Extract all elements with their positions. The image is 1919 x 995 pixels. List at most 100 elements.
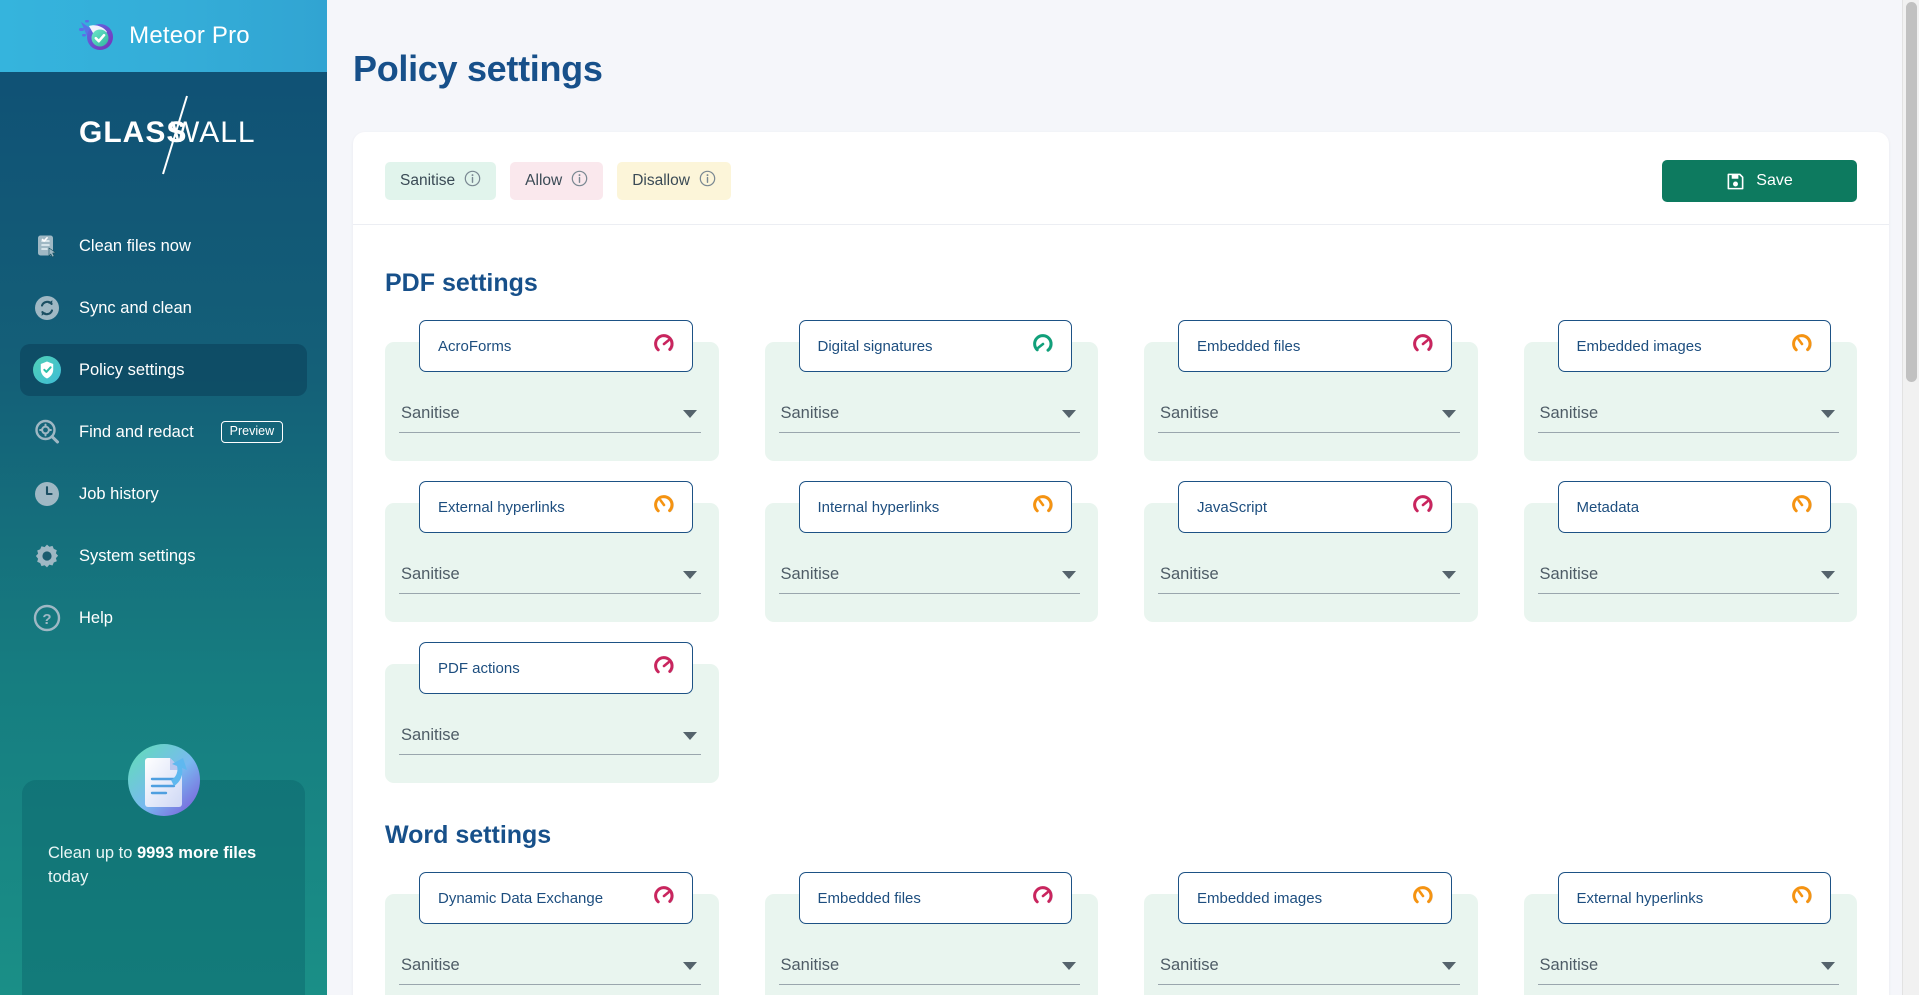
legend-pill-sanitise[interactable]: Sanitise	[385, 162, 497, 200]
policy-select-value: Sanitise	[1539, 404, 1599, 422]
chevron-down-icon[interactable]	[1821, 409, 1835, 418]
app-root: Meteor Pro GLASS WALL GLASSWALL	[0, 0, 1919, 995]
setting-chip[interactable]: Embedded files	[1178, 320, 1452, 372]
sidebar-item-help[interactable]: ? Help	[20, 592, 307, 644]
policy-select[interactable]: Sanitise	[1537, 565, 1839, 594]
main-content: Policy settings Sanitise Allow Disallow Sa…	[327, 0, 1919, 995]
setting-chip-label: Metadata	[1576, 498, 1640, 516]
chevron-down-icon[interactable]	[1441, 570, 1456, 579]
setting-chip-label: PDF actions	[438, 659, 520, 677]
chevron-down-icon[interactable]	[1441, 409, 1456, 418]
setting-chip-label: Embedded files	[817, 889, 921, 907]
setting-chip[interactable]: Embedded files	[798, 872, 1072, 924]
chevron-down-icon[interactable]	[1062, 570, 1076, 579]
setting-card: External hyperlinks Sanitise	[1523, 872, 1857, 995]
scrollbar-thumb[interactable]	[1906, 2, 1917, 382]
setting-chip[interactable]: External hyperlinks	[1557, 872, 1831, 924]
sidebar-item-find-and-redact[interactable]: Find and redact Preview	[20, 406, 307, 458]
setting-card: JavaScript Sanitise	[1144, 481, 1478, 622]
policy-select-value: Sanitise	[780, 565, 840, 583]
save-button-label: Save	[1756, 172, 1793, 189]
chevron-down-icon[interactable]	[682, 961, 697, 970]
sidebar-item-label: Sync and clean	[79, 298, 192, 317]
sidebar: Meteor Pro GLASS WALL GLASSWALL	[0, 0, 327, 995]
policy-select-value: Sanitise	[1160, 565, 1219, 583]
chevron-down-icon[interactable]	[1821, 570, 1835, 579]
chevron-down-icon[interactable]	[1062, 409, 1076, 418]
info-icon[interactable]	[699, 170, 716, 192]
policy-select[interactable]: Sanitise	[399, 565, 701, 594]
upgrade-promo[interactable]: Clean up to 9993 more files today	[22, 734, 305, 995]
sidebar-item-label: Find and redact	[79, 422, 194, 441]
setting-card: Internal hyperlinks Sanitise	[764, 481, 1098, 622]
sidebar-item-label: Help	[79, 608, 113, 627]
setting-card: Dynamic Data Exchange Sanitise	[385, 872, 719, 995]
sidebar-item-sync-and-clean[interactable]: Sync and clean	[20, 282, 307, 334]
policy-select[interactable]: Sanitise	[1158, 565, 1460, 594]
policy-panel: Sanitise Allow Disallow Save PDF settings A…	[353, 132, 1889, 995]
brand-bar: Meteor Pro	[0, 0, 327, 72]
chevron-down-icon[interactable]	[682, 731, 697, 740]
chevron-down-icon[interactable]	[682, 409, 697, 418]
policy-select[interactable]: Sanitise	[1158, 404, 1460, 433]
setting-chip-label: External hyperlinks	[1576, 889, 1704, 907]
setting-chip[interactable]: Embedded images	[1178, 872, 1452, 924]
save-button[interactable]: Save	[1662, 160, 1857, 202]
legend-pill-label: Sanitise	[400, 172, 456, 189]
policy-select-value: Sanitise	[1160, 956, 1219, 974]
sync-icon	[32, 293, 62, 323]
policy-select[interactable]: Sanitise	[778, 565, 1080, 594]
setting-chip[interactable]: External hyperlinks	[419, 481, 693, 533]
settings-grid: AcroForms Sanitise Digital signatures Sanit…	[385, 320, 1857, 803]
setting-chip[interactable]: Metadata	[1557, 481, 1831, 533]
setting-chip[interactable]: Dynamic Data Exchange	[419, 872, 693, 924]
policy-select[interactable]: Sanitise	[1537, 956, 1839, 985]
setting-chip[interactable]: Digital signatures	[798, 320, 1072, 372]
setting-chip[interactable]: JavaScript	[1178, 481, 1452, 533]
policy-select[interactable]: Sanitise	[399, 404, 701, 433]
sidebar-item-policy-settings[interactable]: Policy settings	[20, 344, 307, 396]
gauge-icon	[1411, 332, 1435, 361]
setting-chip-label: Embedded files	[1197, 337, 1301, 355]
setting-chip-label: Embedded images	[1576, 337, 1702, 355]
setting-chip[interactable]: PDF actions	[419, 642, 693, 694]
sidebar-item-system-settings[interactable]: System settings	[20, 530, 307, 582]
setting-card: External hyperlinks Sanitise	[385, 481, 719, 622]
chevron-down-icon[interactable]	[1441, 961, 1456, 970]
gauge-icon	[1411, 493, 1435, 522]
policy-select-value: Sanitise	[1539, 956, 1599, 974]
legend-pill-disallow[interactable]: Disallow	[617, 162, 731, 200]
gauge-icon	[1790, 493, 1814, 522]
chevron-down-icon[interactable]	[1062, 961, 1076, 970]
info-icon[interactable]	[464, 170, 481, 192]
gauge-icon	[1031, 332, 1055, 361]
policy-select[interactable]: Sanitise	[1158, 956, 1460, 985]
gauge-icon	[1031, 884, 1055, 913]
setting-card: Digital signatures Sanitise	[764, 320, 1098, 461]
brand-product-name: Meteor Pro	[129, 22, 250, 49]
legend-pill-allow[interactable]: Allow	[510, 162, 604, 200]
setting-chip[interactable]: Internal hyperlinks	[798, 481, 1072, 533]
vertical-scrollbar[interactable]	[1902, 0, 1919, 995]
policy-select-value: Sanitise	[401, 404, 460, 422]
promo-highlight: 9993 more files	[136, 844, 257, 862]
setting-chip[interactable]: AcroForms	[419, 320, 693, 372]
policy-select[interactable]: Sanitise	[399, 956, 701, 985]
sidebar-item-job-history[interactable]: Job history	[20, 468, 307, 520]
info-icon[interactable]	[571, 170, 588, 192]
upgrade-promo-text: Clean up to 9993 more files today	[48, 842, 279, 890]
policy-select[interactable]: Sanitise	[778, 404, 1080, 433]
shield-check-icon	[32, 355, 62, 385]
policy-select-value: Sanitise	[401, 565, 460, 583]
chevron-down-icon[interactable]	[1821, 961, 1835, 970]
sidebar-item-clean-files-now[interactable]: Clean files now	[20, 220, 307, 272]
policy-select[interactable]: Sanitise	[778, 956, 1080, 985]
setting-chip[interactable]: Embedded images	[1557, 320, 1831, 372]
setting-card: Metadata Sanitise	[1523, 481, 1857, 622]
gauge-icon	[1790, 884, 1814, 913]
policy-select[interactable]: Sanitise	[399, 726, 701, 755]
policy-select[interactable]: Sanitise	[1537, 404, 1839, 433]
setting-card: Embedded images Sanitise	[1523, 320, 1857, 461]
chevron-down-icon[interactable]	[682, 570, 697, 579]
sidebar-nav: Clean files now Sync and clean Policy se…	[0, 220, 327, 644]
